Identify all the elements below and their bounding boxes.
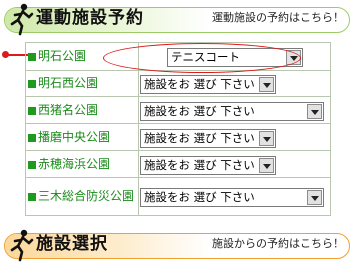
table-row: 西猪名公園 施設をお 選び 下さい: [25, 96, 331, 124]
table-row: 明石西公園 施設をお 選び 下さい: [25, 70, 331, 97]
runner-figure-icon: [10, 3, 34, 36]
bullet-square-icon: [28, 106, 36, 115]
chevron-down-icon[interactable]: [259, 130, 274, 146]
facility-selection-banner: 施設選択 施設からの予約はこちら！: [4, 229, 350, 262]
runner-figure-icon: [10, 229, 34, 262]
table-row: 播磨中央公園 施設をお 選び 下さい: [25, 123, 331, 151]
facility-select-akashi-nishi[interactable]: 施設をお 選び 下さい: [140, 75, 276, 94]
bullet-square-icon: [28, 53, 36, 61]
chevron-down-icon[interactable]: [259, 77, 274, 92]
park-label: 明石西公園: [28, 76, 138, 91]
park-label: 赤穂海浜公園: [28, 157, 138, 172]
table-row: 赤穂海浜公園 施設をお 選び 下さい: [25, 150, 331, 178]
banner-title: 運動施設予約: [36, 8, 144, 28]
park-label: 播磨中央公園: [28, 130, 138, 145]
chevron-down-icon[interactable]: [259, 157, 274, 173]
facility-select-harima-chuo[interactable]: 施設をお 選び 下さい: [140, 128, 276, 148]
park-label: 西猪名公園: [28, 103, 138, 118]
facility-select-miki-sogo-bousai[interactable]: 施設をお 選び 下さい: [140, 188, 324, 207]
bullet-square-icon: [28, 193, 36, 201]
bullet-square-icon: [28, 133, 36, 142]
banner-subtitle[interactable]: 施設からの予約はこちら！: [212, 237, 344, 251]
facility-reservation-banner: 運動施設予約 運動施設の予約はこちら！: [4, 3, 350, 36]
highlight-ellipse: [103, 43, 301, 73]
table-row: 三木総合防災公園 施設をお 選び 下さい: [25, 177, 331, 216]
facility-select-ako-kaihin[interactable]: 施設をお 選び 下さい: [140, 155, 276, 175]
chevron-down-icon[interactable]: [307, 103, 322, 119]
bullet-square-icon: [28, 80, 36, 88]
banner-title: 施設選択: [36, 234, 108, 254]
banner-subtitle[interactable]: 運動施設の予約はこちら！: [212, 11, 344, 25]
facility-select-nishi-ina[interactable]: 施設をお 選び 下さい: [140, 101, 324, 121]
park-label: 三木総合防災公園: [28, 189, 138, 204]
bullet-square-icon: [28, 160, 36, 169]
chevron-down-icon[interactable]: [307, 190, 322, 205]
